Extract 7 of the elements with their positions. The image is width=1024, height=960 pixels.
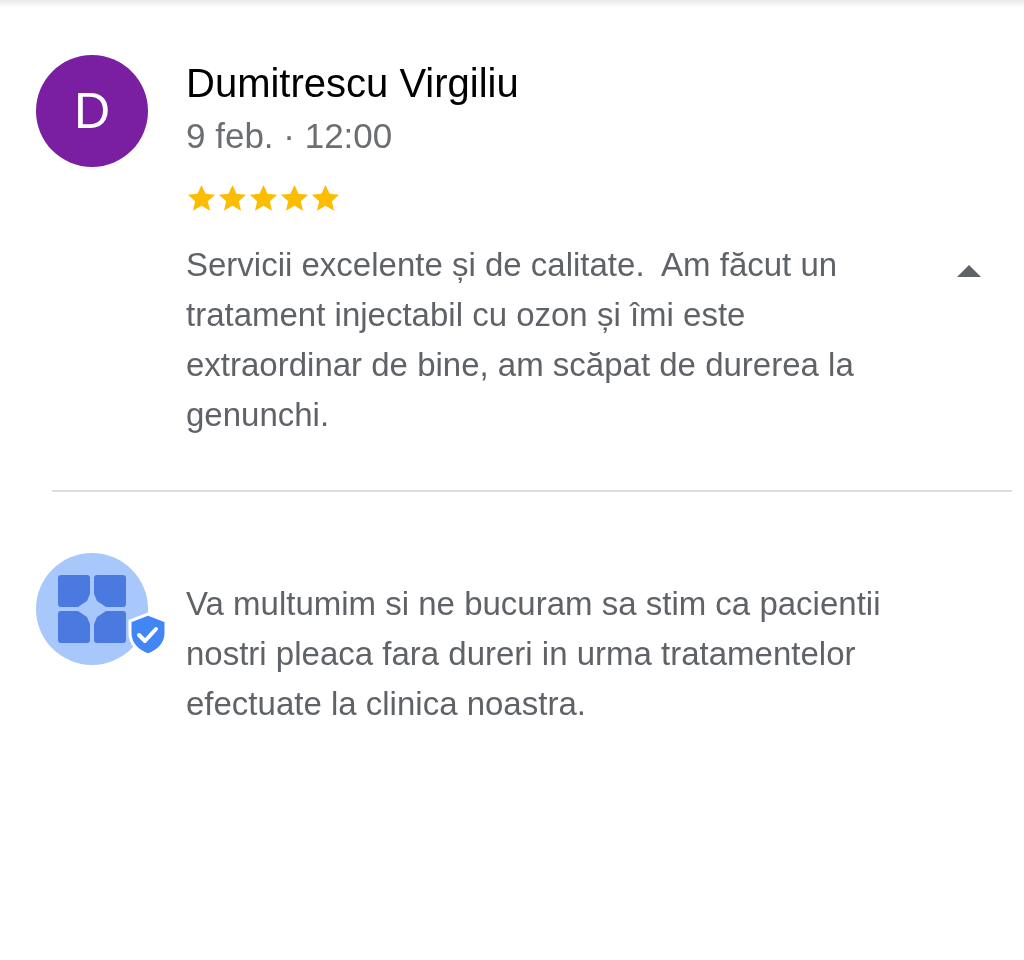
review-text: Servicii excelente și de calitate. Am făcut un tratament injectabil cu ozon și îmi este extraordinar de bine, am scăpat de durerea la genunchi.	[186, 245, 855, 435]
business-shield-icon	[36, 553, 168, 665]
owner-reply-text: Va multumim si ne bucuram sa stim ca pacientii nostri pleaca fara dureri in urma tratamentelor efectuate la clinica noastra.	[186, 584, 882, 724]
collapse-caret-icon[interactable]	[956, 264, 982, 278]
reviewer-name: Dumitrescu Virgiliu	[186, 60, 520, 107]
review-date: 9 feb. · 12:00	[186, 115, 394, 157]
avatar: D	[36, 55, 148, 167]
